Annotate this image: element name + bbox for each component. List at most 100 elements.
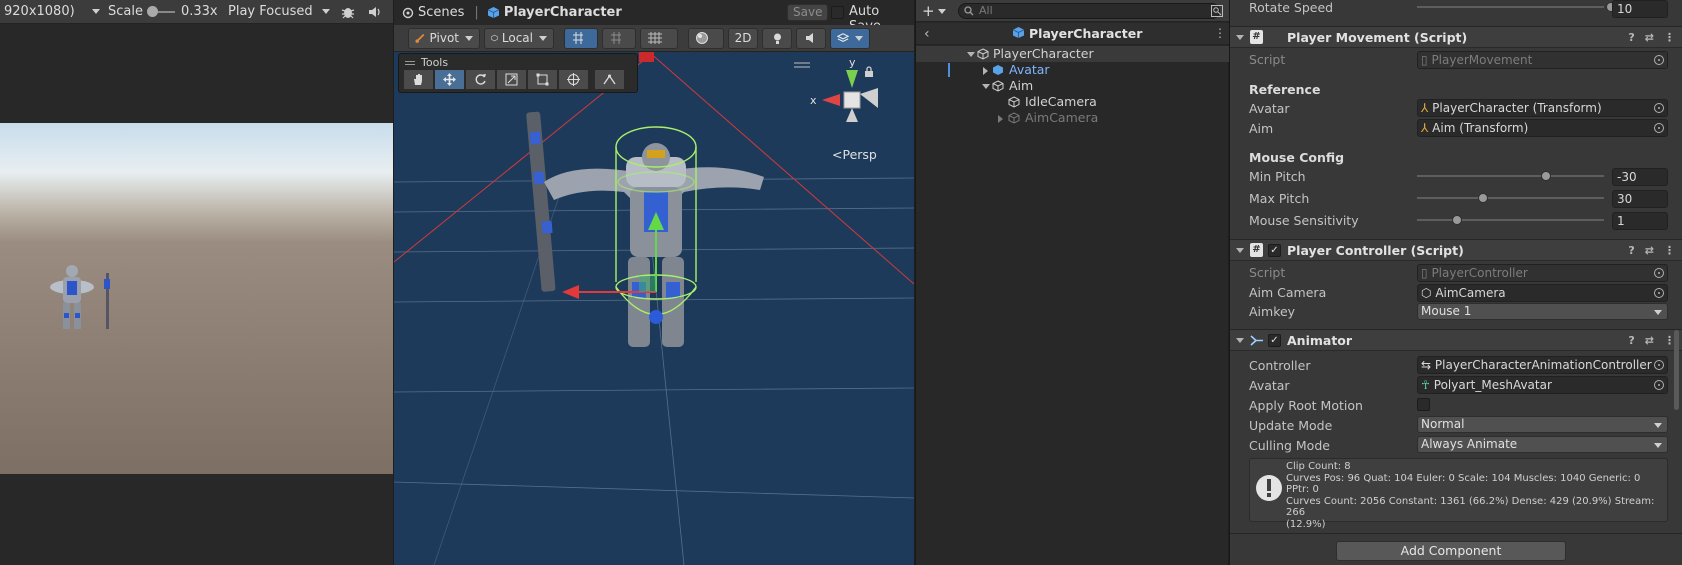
hand-tool-icon[interactable] [403, 69, 434, 90]
expand-arrow-icon[interactable] [983, 67, 988, 75]
audio-mute-icon[interactable] [796, 27, 826, 49]
rotate-speed-field[interactable]: 10 [1612, 0, 1668, 18]
help-icon[interactable]: ? [1628, 31, 1634, 44]
animator-header[interactable]: ✓ Animator ? ⇄ ⋮ [1230, 329, 1682, 351]
rect-tool-icon[interactable] [527, 69, 558, 90]
chevron-down-icon[interactable] [1236, 338, 1244, 343]
rotate-tool-icon[interactable] [465, 69, 496, 90]
player-controller-title: Player Controller (Script) [1287, 243, 1464, 258]
move-tool-icon[interactable] [434, 69, 465, 90]
add-plus-icon[interactable]: + [922, 2, 935, 20]
avatar-field[interactable]: ⅄ PlayerCharacter (Transform) [1417, 99, 1668, 117]
menu-lines-icon[interactable] [794, 62, 810, 68]
more-vertical-icon[interactable]: ⋮ [1664, 31, 1675, 44]
increment-snap-button[interactable] [602, 27, 636, 49]
more-vertical-icon[interactable]: ⋮ [1214, 26, 1226, 40]
expand-arrow-icon[interactable] [982, 84, 990, 89]
breadcrumb-object[interactable]: PlayerCharacter [487, 5, 622, 20]
scale-tool-icon[interactable] [496, 69, 527, 90]
local-dropdown[interactable]: Local [484, 27, 554, 49]
player-movement-header[interactable]: # Player Movement (Script) ? ⇄ ⋮ [1230, 26, 1682, 48]
scale-slider-track[interactable] [146, 5, 175, 17]
help-icon[interactable]: ? [1628, 244, 1634, 257]
min-pitch-slider-track[interactable] [1417, 175, 1604, 177]
mouse-sensitivity-slider-track[interactable] [1417, 219, 1604, 221]
max-pitch-slider-track[interactable] [1417, 197, 1604, 199]
effects-dropdown[interactable] [830, 27, 870, 49]
min-pitch-slider-thumb[interactable] [1541, 171, 1551, 181]
tree-item-label: Avatar [1009, 62, 1050, 77]
tools-overlay-header[interactable]: Tools [405, 56, 448, 69]
aimkey-dropdown[interactable]: Mouse 1 [1417, 303, 1668, 320]
auto-save-checkbox[interactable] [831, 6, 844, 19]
lighting-icon[interactable] [762, 27, 792, 49]
pivot-dropdown[interactable]: Pivot [408, 27, 480, 49]
tree-item-label: IdleCamera [1025, 94, 1097, 109]
draw-mode-dropdown[interactable] [688, 27, 724, 49]
search-filter-icon[interactable] [1211, 5, 1223, 17]
player-controller-header[interactable]: # ✓ Player Controller (Script) ? ⇄ ⋮ [1230, 239, 1682, 261]
grid-visibility-button[interactable] [640, 27, 678, 49]
object-picker-icon[interactable] [1654, 123, 1664, 133]
grid-snap-button[interactable] [564, 27, 598, 49]
script-field: ▯ PlayerMovement [1417, 51, 1668, 69]
chevron-down-icon[interactable] [938, 9, 946, 14]
controller-field[interactable]: ⇆ PlayerCharacterAnimationController [1417, 356, 1668, 374]
chevron-down-icon[interactable] [1236, 248, 1244, 253]
lock-icon[interactable] [864, 66, 874, 77]
play-mode-dropdown[interactable]: Play Focused [224, 0, 334, 23]
game-viewport[interactable] [0, 123, 393, 474]
enabled-checkbox[interactable]: ✓ [1268, 334, 1281, 347]
object-picker-icon[interactable] [1654, 360, 1664, 370]
persp-label[interactable]: <Persp [832, 147, 877, 162]
orientation-gizmo[interactable]: y x [810, 56, 892, 132]
object-picker-icon[interactable] [1654, 380, 1664, 390]
presets-icon[interactable]: ⇄ [1645, 334, 1654, 347]
max-pitch-slider-thumb[interactable] [1478, 193, 1488, 203]
speaker-icon[interactable] [362, 0, 386, 23]
tree-item-idlecamera[interactable]: IdleCamera [916, 94, 1229, 110]
aim-field[interactable]: ⅄ Aim (Transform) [1417, 119, 1668, 137]
tab-scenes[interactable]: Scenes [402, 5, 464, 20]
avatar-label: Avatar [1249, 101, 1290, 116]
drag-handle-icon[interactable] [405, 60, 415, 65]
apply-root-motion-checkbox[interactable] [1417, 398, 1430, 411]
bug-icon[interactable] [334, 0, 362, 23]
back-arrow-icon[interactable]: ‹ [924, 26, 930, 42]
enabled-checkbox[interactable]: ✓ [1268, 244, 1281, 257]
min-pitch-field[interactable]: -30 [1612, 168, 1668, 186]
scale-slider-thumb[interactable] [146, 5, 158, 17]
tree-item-playercharacter[interactable]: PlayerCharacter [916, 46, 1229, 62]
culling-mode-dropdown[interactable]: Always Animate [1417, 436, 1668, 453]
update-mode-dropdown[interactable]: Normal [1417, 416, 1668, 433]
tree-item-aimcamera[interactable]: AimCamera [916, 110, 1229, 126]
scale-slider[interactable]: Scale 0.33x [104, 0, 224, 23]
hierarchy-search-input[interactable]: All [958, 3, 1220, 19]
tree-item-avatar[interactable]: Avatar [916, 62, 1229, 78]
gameobject-cube-icon [1008, 112, 1020, 124]
transform-tool-icon[interactable] [558, 69, 589, 90]
rotate-speed-slider-track[interactable] [1417, 6, 1604, 8]
help-icon[interactable]: ? [1628, 334, 1634, 347]
expand-arrow-icon[interactable] [998, 115, 1003, 123]
inspector-scrollbar[interactable] [1674, 330, 1679, 410]
tree-item-aim[interactable]: Aim [916, 78, 1229, 94]
mouse-sensitivity-slider-thumb[interactable] [1452, 215, 1462, 225]
more-vertical-icon[interactable]: ⋮ [1664, 244, 1675, 257]
add-component-button[interactable]: Add Component [1336, 541, 1566, 561]
avatar-field[interactable]: ☥ Polyart_MeshAvatar [1417, 376, 1668, 394]
object-picker-icon[interactable] [1654, 103, 1664, 113]
script-field-value: PlayerMovement [1431, 53, 1533, 67]
max-pitch-field[interactable]: 30 [1612, 190, 1668, 208]
expand-arrow-icon[interactable] [967, 52, 975, 57]
save-button[interactable]: Save [787, 4, 829, 21]
custom-tool-icon[interactable] [594, 69, 625, 90]
mode-2d-button[interactable]: 2D [728, 27, 758, 49]
aim-camera-field[interactable]: ⬡ AimCamera [1417, 284, 1668, 302]
presets-icon[interactable]: ⇄ [1645, 31, 1654, 44]
object-picker-icon[interactable] [1654, 288, 1664, 298]
chevron-down-icon[interactable] [1236, 35, 1244, 40]
mouse-sensitivity-field[interactable]: 1 [1612, 212, 1668, 230]
resolution-dropdown[interactable]: 920x1080) [0, 0, 104, 23]
presets-icon[interactable]: ⇄ [1645, 244, 1654, 257]
